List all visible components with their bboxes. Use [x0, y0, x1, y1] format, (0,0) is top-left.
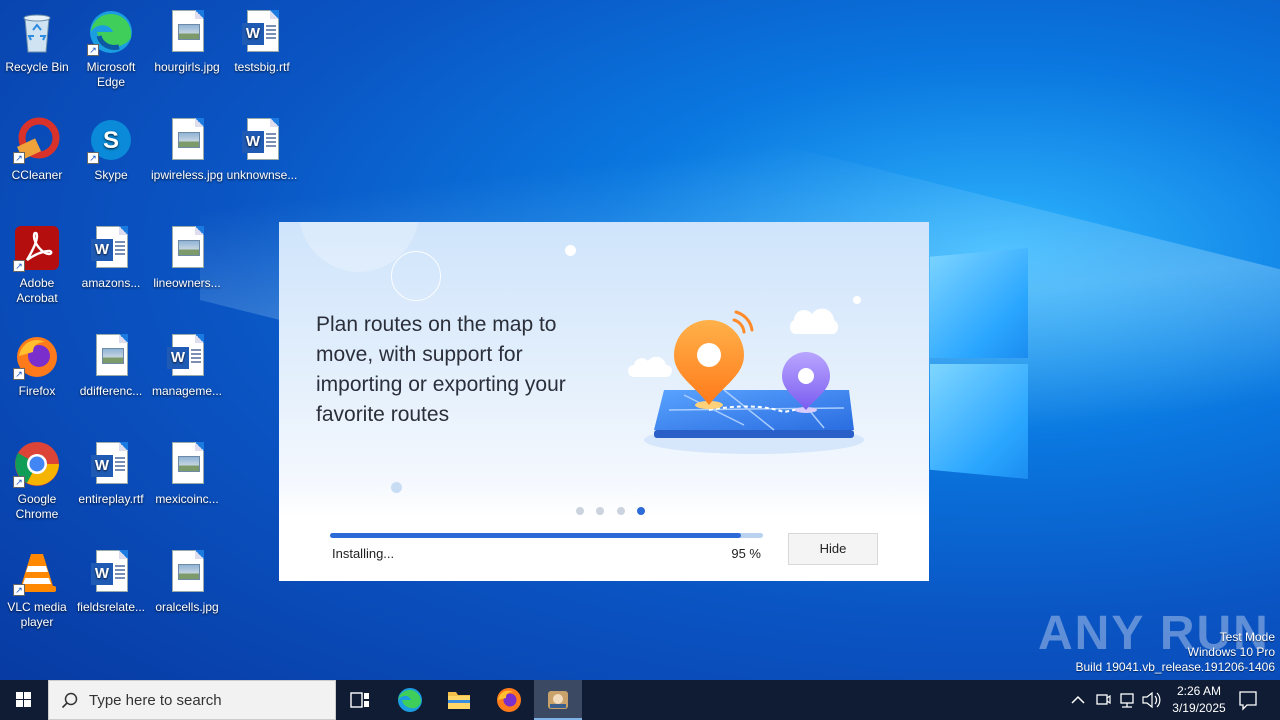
desktop-icon-recycle-bin[interactable]: Recycle Bin — [0, 8, 75, 75]
desktop-icon-google-chrome[interactable]: ↗ Google Chrome — [0, 440, 75, 522]
install-progress-fill — [330, 533, 742, 538]
desktop-icon-firefox[interactable]: ↗ Firefox — [0, 332, 75, 399]
carousel-pager — [576, 502, 653, 515]
installer-app-icon — [548, 691, 568, 709]
taskbar-firefox[interactable] — [485, 680, 533, 720]
word-document-icon: W — [87, 224, 135, 272]
word-document-icon: W — [238, 116, 286, 164]
install-progress-bar — [330, 533, 763, 538]
desktop-icon-oralcells[interactable]: oralcells.jpg — [149, 548, 225, 615]
clock-date: 3/19/2025 — [1172, 701, 1226, 715]
word-document-icon: W — [163, 332, 211, 380]
image-file-icon — [163, 116, 211, 164]
svg-text:S: S — [103, 127, 119, 154]
pager-dot[interactable] — [576, 507, 584, 515]
speaker-icon — [1142, 691, 1161, 709]
install-percent-label: 95 % — [731, 546, 761, 561]
start-button[interactable] — [0, 680, 48, 720]
desktop-icon-fieldsrelate[interactable]: W fieldsrelate... — [73, 548, 149, 615]
windows-start-icon — [16, 692, 31, 707]
desktop-icon-skype[interactable]: S ↗ Skype — [73, 116, 149, 183]
network-icon — [1120, 693, 1134, 708]
shortcut-arrow-icon: ↗ — [13, 368, 25, 380]
shortcut-arrow-icon: ↗ — [13, 260, 25, 272]
desktop-icon-ccleaner[interactable]: ↗ CCleaner — [0, 116, 75, 183]
taskbar-clock[interactable]: 2:26 AM 3/19/2025 — [1160, 683, 1238, 717]
firefox-icon — [497, 688, 521, 712]
desktop-icon-testsbig[interactable]: W testsbig.rtf — [224, 8, 300, 75]
installer-headline: Plan routes on the map to move, with sup… — [316, 313, 566, 426]
desktop-icon-entireplay[interactable]: W entireplay.rtf — [73, 440, 149, 507]
clock-time: 2:26 AM — [1176, 684, 1222, 698]
taskbar-edge[interactable] — [386, 680, 434, 720]
shortcut-arrow-icon: ↗ — [13, 476, 25, 488]
google-chrome-icon: ↗ — [13, 440, 61, 488]
desktop-icon-unknownse[interactable]: W unknownse... — [224, 116, 300, 183]
task-view-icon — [350, 692, 369, 708]
desktop-icon-lineowners[interactable]: lineowners... — [149, 224, 225, 291]
firefox-icon: ↗ — [13, 332, 61, 380]
windows-build-info: Test Mode Windows 10 Pro Build 19041.vb_… — [1075, 630, 1276, 674]
recycle-bin-icon — [13, 8, 61, 56]
microsoft-edge-icon — [398, 688, 422, 712]
ccleaner-icon: ↗ — [13, 116, 61, 164]
taskbar-file-explorer[interactable] — [435, 680, 483, 720]
shortcut-arrow-icon: ↗ — [13, 152, 25, 164]
adobe-acrobat-icon: ↗ — [13, 224, 61, 272]
skype-icon: S ↗ — [87, 116, 135, 164]
taskbar: Type here to search 2:26 AM 3/19/2025 — [0, 680, 1280, 720]
notification-icon — [1239, 691, 1257, 711]
action-center-button[interactable] — [1236, 680, 1260, 720]
desktop-icon-amazons[interactable]: W amazons... — [73, 224, 149, 291]
vlc-cone-icon: ↗ — [13, 548, 61, 596]
shortcut-arrow-icon: ↗ — [87, 44, 99, 56]
search-placeholder: Type here to search — [89, 692, 222, 709]
image-file-icon — [163, 224, 211, 272]
image-file-icon — [163, 548, 211, 596]
pager-dot[interactable] — [596, 507, 605, 515]
chevron-up-icon — [1071, 695, 1085, 704]
image-file-icon — [163, 440, 211, 488]
image-file-icon — [87, 332, 135, 380]
desktop-icon-adobe-acrobat[interactable]: ↗ Adobe Acrobat — [0, 224, 75, 306]
pager-dot[interactable] — [616, 507, 625, 515]
shortcut-arrow-icon: ↗ — [13, 584, 25, 596]
desktop-icon-vlc-media-player[interactable]: ↗ VLC media player — [0, 548, 75, 630]
tray-overflow-button[interactable] — [1068, 680, 1088, 720]
word-document-icon: W — [238, 8, 286, 56]
shortcut-arrow-icon: ↗ — [87, 152, 99, 164]
word-document-icon: W — [87, 440, 135, 488]
tray-network[interactable] — [1116, 680, 1138, 720]
pager-dot-active[interactable] — [637, 507, 646, 515]
camera-icon — [1096, 694, 1111, 705]
taskbar-installer-app[interactable] — [534, 680, 582, 720]
task-view-button[interactable] — [336, 680, 384, 720]
installer-dialog: Plan routes on the map to move, with sup… — [279, 222, 929, 581]
decorative-ring — [391, 251, 441, 301]
desktop-icon-manageme[interactable]: W manageme... — [149, 332, 225, 399]
tray-meet-now[interactable] — [1093, 680, 1113, 720]
taskbar-search-box[interactable]: Type here to search — [48, 680, 336, 720]
word-document-icon: W — [87, 548, 135, 596]
microsoft-edge-icon: ↗ — [87, 8, 135, 56]
desktop-icon-mexicoinc[interactable]: mexicoinc... — [149, 440, 225, 507]
desktop-icon-ipwireless[interactable]: ipwireless.jpg — [149, 116, 225, 183]
tray-volume[interactable] — [1140, 680, 1162, 720]
folder-icon — [448, 692, 470, 709]
image-file-icon — [163, 8, 211, 56]
decorative-dot — [565, 245, 576, 256]
desktop-icon-microsoft-edge[interactable]: ↗ Microsoft Edge — [73, 8, 149, 90]
hide-button[interactable]: Hide — [788, 533, 878, 565]
install-status-label: Installing... — [332, 546, 395, 561]
decorative-dot — [391, 482, 402, 493]
desktop-icon-ddifferenc[interactable]: ddifferenc... — [73, 332, 149, 399]
search-icon — [61, 692, 78, 709]
route-map-illustration — [624, 290, 869, 465]
windows-logo-wallpaper — [930, 240, 1030, 480]
desktop-icon-hourgirls[interactable]: hourgirls.jpg — [149, 8, 225, 75]
